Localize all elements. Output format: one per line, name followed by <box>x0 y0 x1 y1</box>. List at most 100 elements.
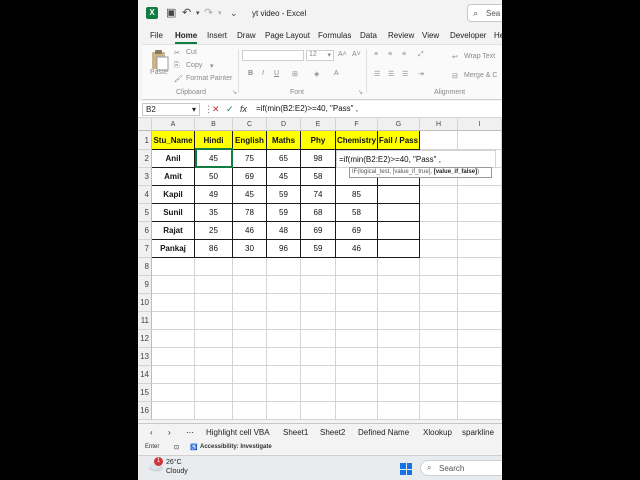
grid-cell[interactable] <box>458 294 502 312</box>
grid-cell[interactable] <box>336 348 378 366</box>
grid-cell[interactable] <box>152 258 195 276</box>
enter-icon[interactable]: ✓ <box>226 104 234 115</box>
align-middle-icon[interactable]: ≡ <box>388 51 392 58</box>
wrap-text-button[interactable]: Wrap Text <box>464 53 495 60</box>
grid-cell[interactable] <box>301 312 336 330</box>
more-sheets-icon[interactable]: ⋯ <box>186 428 194 437</box>
italic-icon[interactable]: I <box>262 70 264 77</box>
table-cell[interactable]: 46 <box>336 240 378 258</box>
row-header-2[interactable]: 2 <box>138 150 152 168</box>
student-name-cell[interactable]: Pankaj <box>152 240 195 258</box>
table-cell[interactable]: 86 <box>195 240 233 258</box>
grid-cell[interactable] <box>195 366 233 384</box>
grid-cell[interactable] <box>301 258 336 276</box>
grid-cell[interactable] <box>378 258 420 276</box>
orientation-icon[interactable]: ⤢ <box>418 51 424 59</box>
indent-icon[interactable]: ⇥ <box>418 70 424 78</box>
grid-cell[interactable] <box>420 348 458 366</box>
grid-cell[interactable] <box>267 312 301 330</box>
grid-cell[interactable] <box>267 384 301 402</box>
taskbar-search-input[interactable]: ⌕ Search <box>420 460 502 476</box>
grid-cell[interactable] <box>458 384 502 402</box>
table-cell[interactable]: 45 <box>233 186 267 204</box>
row-header-12[interactable]: 12 <box>138 330 152 348</box>
grid-cell[interactable] <box>420 258 458 276</box>
table-header-cell[interactable]: Stu_Name <box>152 131 195 150</box>
bold-icon[interactable]: B <box>248 70 253 77</box>
row-header-15[interactable]: 15 <box>138 384 152 402</box>
grid-cell[interactable] <box>336 402 378 420</box>
grid-cell[interactable] <box>420 240 458 258</box>
sheet-tab-defined-name[interactable]: Defined Name <box>358 428 409 437</box>
accessibility-status[interactable]: Accessibility: Investigate <box>200 444 272 450</box>
tab-file[interactable]: File <box>150 31 163 40</box>
table-cell[interactable] <box>378 186 420 204</box>
grid-cell[interactable] <box>378 402 420 420</box>
paste-icon[interactable] <box>148 49 172 71</box>
grid-cell[interactable] <box>152 294 195 312</box>
name-box[interactable]: B2 ▾ <box>142 103 200 116</box>
table-cell[interactable]: 96 <box>267 240 301 258</box>
grid-cell[interactable] <box>195 312 233 330</box>
grid-cell[interactable] <box>152 312 195 330</box>
grid-cell[interactable] <box>301 276 336 294</box>
column-header-h[interactable]: H <box>420 118 458 131</box>
grid-cell[interactable] <box>336 294 378 312</box>
grid-cell[interactable] <box>458 276 502 294</box>
select-all-corner[interactable] <box>138 118 152 131</box>
student-name-cell[interactable]: Amit <box>152 168 195 186</box>
font-family-select[interactable] <box>242 50 304 61</box>
tab-page-layout[interactable]: Page Layout <box>265 31 310 40</box>
grid-cell[interactable] <box>458 222 502 240</box>
grid-cell[interactable] <box>233 348 267 366</box>
table-cell[interactable]: 50 <box>195 168 233 186</box>
grid-cell[interactable] <box>152 384 195 402</box>
tab-help[interactable]: He <box>494 31 502 40</box>
cancel-icon[interactable]: ✕ <box>212 104 220 115</box>
formula-input[interactable]: =if(min(B2:E2)>=40, "Pass" , <box>256 104 358 113</box>
undo-icon[interactable]: ↶ <box>182 6 191 19</box>
column-header-i[interactable]: I <box>458 118 502 131</box>
table-cell[interactable]: 58 <box>301 168 336 186</box>
grid-cell[interactable] <box>458 131 502 150</box>
grid-cell[interactable] <box>301 294 336 312</box>
grid-cell[interactable] <box>336 276 378 294</box>
grid-cell[interactable] <box>267 330 301 348</box>
table-cell[interactable]: 69 <box>301 222 336 240</box>
scroll-right-icon[interactable]: › <box>168 428 171 437</box>
macro-record-icon[interactable]: ⊡ <box>174 444 179 451</box>
grid-cell[interactable] <box>233 276 267 294</box>
grid-cell[interactable] <box>233 366 267 384</box>
row-header-6[interactable]: 6 <box>138 222 152 240</box>
student-name-cell[interactable]: Rajat <box>152 222 195 240</box>
grid-cell[interactable] <box>195 348 233 366</box>
grid-cell[interactable] <box>195 276 233 294</box>
column-header-b[interactable]: B <box>195 118 233 131</box>
grid-cell[interactable] <box>336 312 378 330</box>
grid-cell[interactable] <box>378 366 420 384</box>
grid-cell[interactable] <box>267 348 301 366</box>
table-header-cell[interactable]: English <box>233 131 267 150</box>
table-cell[interactable]: 58 <box>336 204 378 222</box>
table-cell[interactable]: 46 <box>233 222 267 240</box>
grid-cell[interactable] <box>378 312 420 330</box>
grid-cell[interactable] <box>420 366 458 384</box>
table-cell[interactable]: 69 <box>336 222 378 240</box>
table-cell[interactable]: 75 <box>233 150 267 168</box>
table-cell[interactable]: 30 <box>233 240 267 258</box>
grid-cell[interactable] <box>420 402 458 420</box>
grid-cell[interactable] <box>152 276 195 294</box>
grid-cell[interactable] <box>301 348 336 366</box>
column-header-d[interactable]: D <box>267 118 301 131</box>
row-header-14[interactable]: 14 <box>138 366 152 384</box>
table-cell[interactable]: 35 <box>195 204 233 222</box>
grid-cell[interactable] <box>458 204 502 222</box>
grid-cell[interactable] <box>195 258 233 276</box>
table-cell[interactable]: 74 <box>301 186 336 204</box>
row-header-4[interactable]: 4 <box>138 186 152 204</box>
row-header-16[interactable]: 16 <box>138 402 152 420</box>
student-name-cell[interactable]: Kapil <box>152 186 195 204</box>
grid-cell[interactable] <box>233 312 267 330</box>
column-header-f[interactable]: F <box>336 118 378 131</box>
grid-cell[interactable] <box>458 312 502 330</box>
